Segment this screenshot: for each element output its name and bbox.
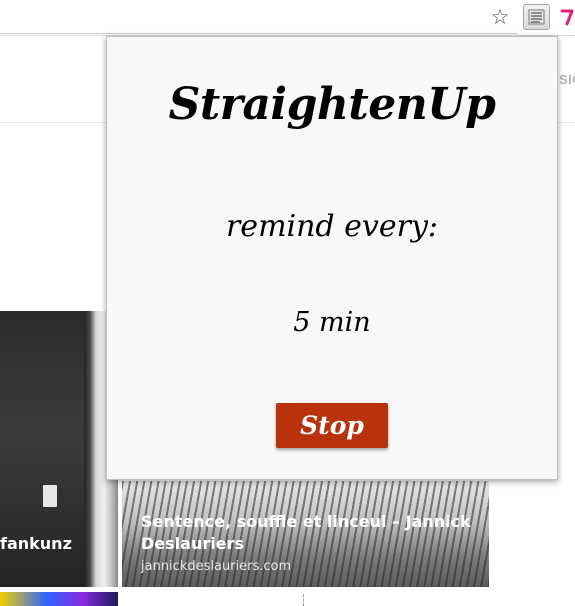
card-title[interactable]: Sentence, souffle et linceul – Jannick D… — [141, 511, 481, 555]
pink-extension-icon[interactable] — [559, 4, 575, 30]
card-caption: fankunz — [0, 534, 72, 553]
address-bar[interactable] — [0, 0, 518, 34]
popup-title: StraightenUp — [168, 79, 496, 130]
card-source: jannickdeslauriers.com — [141, 559, 292, 574]
divider — [303, 594, 304, 606]
image-card[interactable]: Sentence, souffle et linceul – Jannick D… — [122, 481, 489, 587]
straightenup-extension-icon[interactable] — [523, 4, 550, 30]
browser-toolbar: ☆ — [0, 0, 575, 36]
list-icon — [528, 9, 545, 25]
star-icon[interactable]: ☆ — [488, 5, 512, 29]
nav-item-partial[interactable]: SIC — [559, 72, 575, 87]
extension-popup: StraightenUp remind every: 5 min Stop — [106, 36, 558, 480]
card-image-detail — [43, 485, 57, 507]
image-card[interactable]: fankunz — [0, 311, 118, 587]
image-card[interactable] — [0, 592, 118, 606]
stop-button[interactable]: Stop — [276, 403, 388, 448]
interval-label: remind every: — [225, 209, 439, 244]
interval-value: 5 min — [293, 307, 371, 338]
